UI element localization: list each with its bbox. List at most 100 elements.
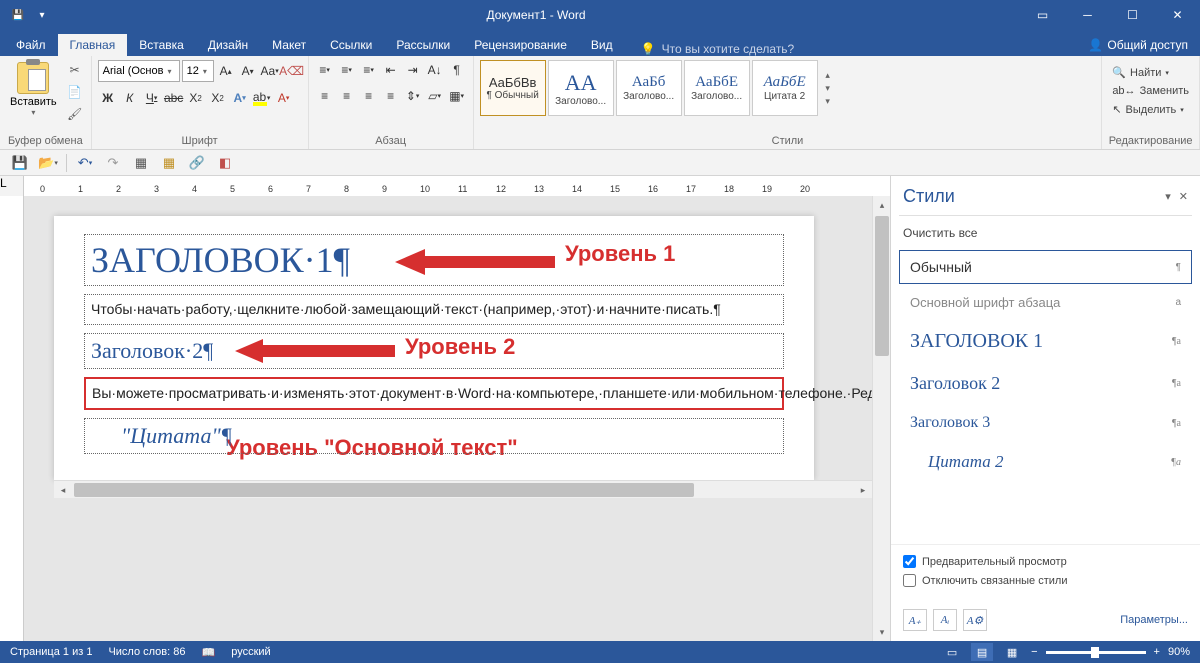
- superscript-button[interactable]: X2: [208, 88, 228, 108]
- show-marks-button[interactable]: ¶: [447, 60, 467, 80]
- justify-button[interactable]: ≡: [381, 86, 401, 106]
- tab-file[interactable]: Файл: [4, 34, 58, 56]
- web-layout-button[interactable]: ▦: [1001, 643, 1023, 661]
- language-indicator[interactable]: русский: [231, 646, 270, 659]
- heading-1-block[interactable]: ЗАГОЛОВОК·1¶ Уровень 1: [84, 234, 784, 286]
- hscroll-thumb[interactable]: [74, 483, 694, 497]
- qat-table-button[interactable]: ▦: [131, 153, 151, 173]
- word-count[interactable]: Число слов: 86: [108, 646, 185, 659]
- style-list-item-3[interactable]: Заголовок 2¶a: [899, 364, 1192, 403]
- strikethrough-button[interactable]: abc: [164, 88, 184, 108]
- clear-formatting-button[interactable]: A⌫: [282, 61, 302, 81]
- line-spacing-button[interactable]: ⇕▾: [403, 86, 423, 106]
- tab-view[interactable]: Вид: [579, 34, 625, 56]
- share-button[interactable]: 👤 Общий доступ: [1076, 34, 1200, 56]
- style-gallery-item-2[interactable]: АаБбЗаголово...: [616, 60, 682, 116]
- qat-link-button[interactable]: 🔗: [187, 153, 207, 173]
- decrease-indent-button[interactable]: ⇤: [381, 60, 401, 80]
- tab-design[interactable]: Дизайн: [196, 34, 260, 56]
- style-list-item-2[interactable]: ЗАГОЛОВОК 1¶a: [899, 321, 1192, 362]
- copy-button[interactable]: 📄: [65, 82, 85, 102]
- increase-indent-button[interactable]: ⇥: [403, 60, 423, 80]
- scroll-right-icon[interactable]: ▸: [854, 481, 872, 499]
- qat-save-button[interactable]: 💾: [10, 153, 30, 173]
- bullets-button[interactable]: ≡▾: [315, 60, 335, 80]
- paste-button[interactable]: Вставить ▾: [6, 60, 61, 119]
- font-color-button[interactable]: A▾: [274, 88, 294, 108]
- close-button[interactable]: ✕: [1155, 0, 1200, 30]
- zoom-out-button[interactable]: −: [1031, 646, 1037, 658]
- new-style-button[interactable]: A₊: [903, 609, 927, 631]
- shrink-font-button[interactable]: A▾: [238, 61, 258, 81]
- zoom-slider[interactable]: [1046, 651, 1146, 654]
- vertical-scrollbar[interactable]: ▴ ▾: [872, 196, 890, 641]
- horizontal-ruler[interactable]: L 01234567891011121314151617181920: [0, 176, 890, 196]
- clear-all-button[interactable]: Очистить все: [891, 216, 1200, 250]
- body-text-block-1[interactable]: Чтобы·начать·работу,·щелкните·любой·заме…: [84, 294, 784, 325]
- document-viewport[interactable]: ЗАГОЛОВОК·1¶ Уровень 1 Чтобы·начать·рабо…: [24, 196, 872, 641]
- scroll-down-icon[interactable]: ▾: [873, 623, 890, 641]
- qat-redo-button[interactable]: ↷: [103, 153, 123, 173]
- tab-mailings[interactable]: Рассылки: [384, 34, 462, 56]
- styles-more-button[interactable]: ▴▾▾: [820, 70, 836, 107]
- tab-references[interactable]: Ссылки: [318, 34, 384, 56]
- align-right-button[interactable]: ≡: [359, 86, 379, 106]
- replace-button[interactable]: ab↔Заменить: [1108, 83, 1193, 99]
- font-size-combo[interactable]: 12▾: [182, 60, 214, 82]
- style-gallery-item-3[interactable]: АаБбЕЗаголово...: [684, 60, 750, 116]
- minimize-button[interactable]: ─: [1065, 0, 1110, 30]
- select-button[interactable]: ↖Выделить▾: [1108, 101, 1193, 118]
- scroll-left-icon[interactable]: ◂: [54, 481, 72, 499]
- tab-layout[interactable]: Макет: [260, 34, 318, 56]
- horizontal-scrollbar[interactable]: ◂ ▸: [54, 480, 872, 498]
- subscript-button[interactable]: X2: [186, 88, 206, 108]
- print-layout-button[interactable]: ▤: [971, 643, 993, 661]
- pane-close-icon[interactable]: ✕: [1179, 190, 1188, 203]
- change-case-button[interactable]: Aa▾: [260, 61, 280, 81]
- style-gallery-item-1[interactable]: ААЗаголово...: [548, 60, 614, 116]
- numbering-button[interactable]: ≡▾: [337, 60, 357, 80]
- borders-button[interactable]: ▦▾: [447, 86, 467, 106]
- manage-styles-button[interactable]: A⚙: [963, 609, 987, 631]
- bold-button[interactable]: Ж: [98, 88, 118, 108]
- shading-button[interactable]: ▱▾: [425, 86, 445, 106]
- quote-block[interactable]: "Цитата"¶: [84, 418, 784, 454]
- style-list-item-5[interactable]: Цитата 2¶a: [899, 443, 1192, 481]
- style-inspector-button[interactable]: Aᵢ: [933, 609, 957, 631]
- find-button[interactable]: 🔍Найти▾: [1108, 64, 1193, 81]
- text-effects-button[interactable]: A▾: [230, 88, 250, 108]
- qat-undo-button[interactable]: ↶▾: [75, 153, 95, 173]
- tab-insert[interactable]: Вставка: [127, 34, 196, 56]
- underline-button[interactable]: Ч▾: [142, 88, 162, 108]
- heading-2-block[interactable]: Заголовок·2¶ Уровень 2: [84, 333, 784, 369]
- disable-linked-checkbox[interactable]: Отключить связанные стили: [903, 574, 1188, 587]
- style-list-item-4[interactable]: Заголовок 3¶a: [899, 405, 1192, 441]
- qat-open-button[interactable]: 📂▾: [38, 153, 58, 173]
- page-indicator[interactable]: Страница 1 из 1: [10, 646, 92, 659]
- zoom-level[interactable]: 90%: [1168, 646, 1190, 658]
- style-gallery-item-0[interactable]: АаБбВв¶ Обычный: [480, 60, 546, 116]
- highlight-button[interactable]: ab▾: [252, 88, 272, 108]
- style-gallery-item-4[interactable]: АаБбЕЦитата 2: [752, 60, 818, 116]
- tab-home[interactable]: Главная: [58, 34, 128, 56]
- read-mode-button[interactable]: ▭: [941, 643, 963, 661]
- tell-me-search[interactable]: 💡 Что вы хотите сделать?: [625, 42, 1077, 56]
- font-name-combo[interactable]: Arial (Основ▾: [98, 60, 180, 82]
- ribbon-options-icon[interactable]: ▭: [1020, 0, 1065, 30]
- qat-dropdown-icon[interactable]: ▾: [32, 5, 52, 25]
- maximize-button[interactable]: ☐: [1110, 0, 1155, 30]
- cut-button[interactable]: ✂: [65, 60, 85, 80]
- vscroll-thumb[interactable]: [875, 216, 889, 356]
- vertical-ruler[interactable]: [0, 196, 24, 641]
- grow-font-button[interactable]: A▴: [216, 61, 236, 81]
- pane-dropdown-icon[interactable]: ▾: [1165, 190, 1171, 203]
- align-left-button[interactable]: ≡: [315, 86, 335, 106]
- style-list-item-0[interactable]: Обычный¶: [899, 250, 1192, 284]
- multilevel-button[interactable]: ≡▾: [359, 60, 379, 80]
- scroll-up-icon[interactable]: ▴: [873, 196, 890, 214]
- align-center-button[interactable]: ≡: [337, 86, 357, 106]
- proofing-icon[interactable]: 📖: [202, 646, 216, 659]
- italic-button[interactable]: К: [120, 88, 140, 108]
- qat-picture-button[interactable]: ▦: [159, 153, 179, 173]
- format-painter-button[interactable]: 🖌: [65, 104, 85, 124]
